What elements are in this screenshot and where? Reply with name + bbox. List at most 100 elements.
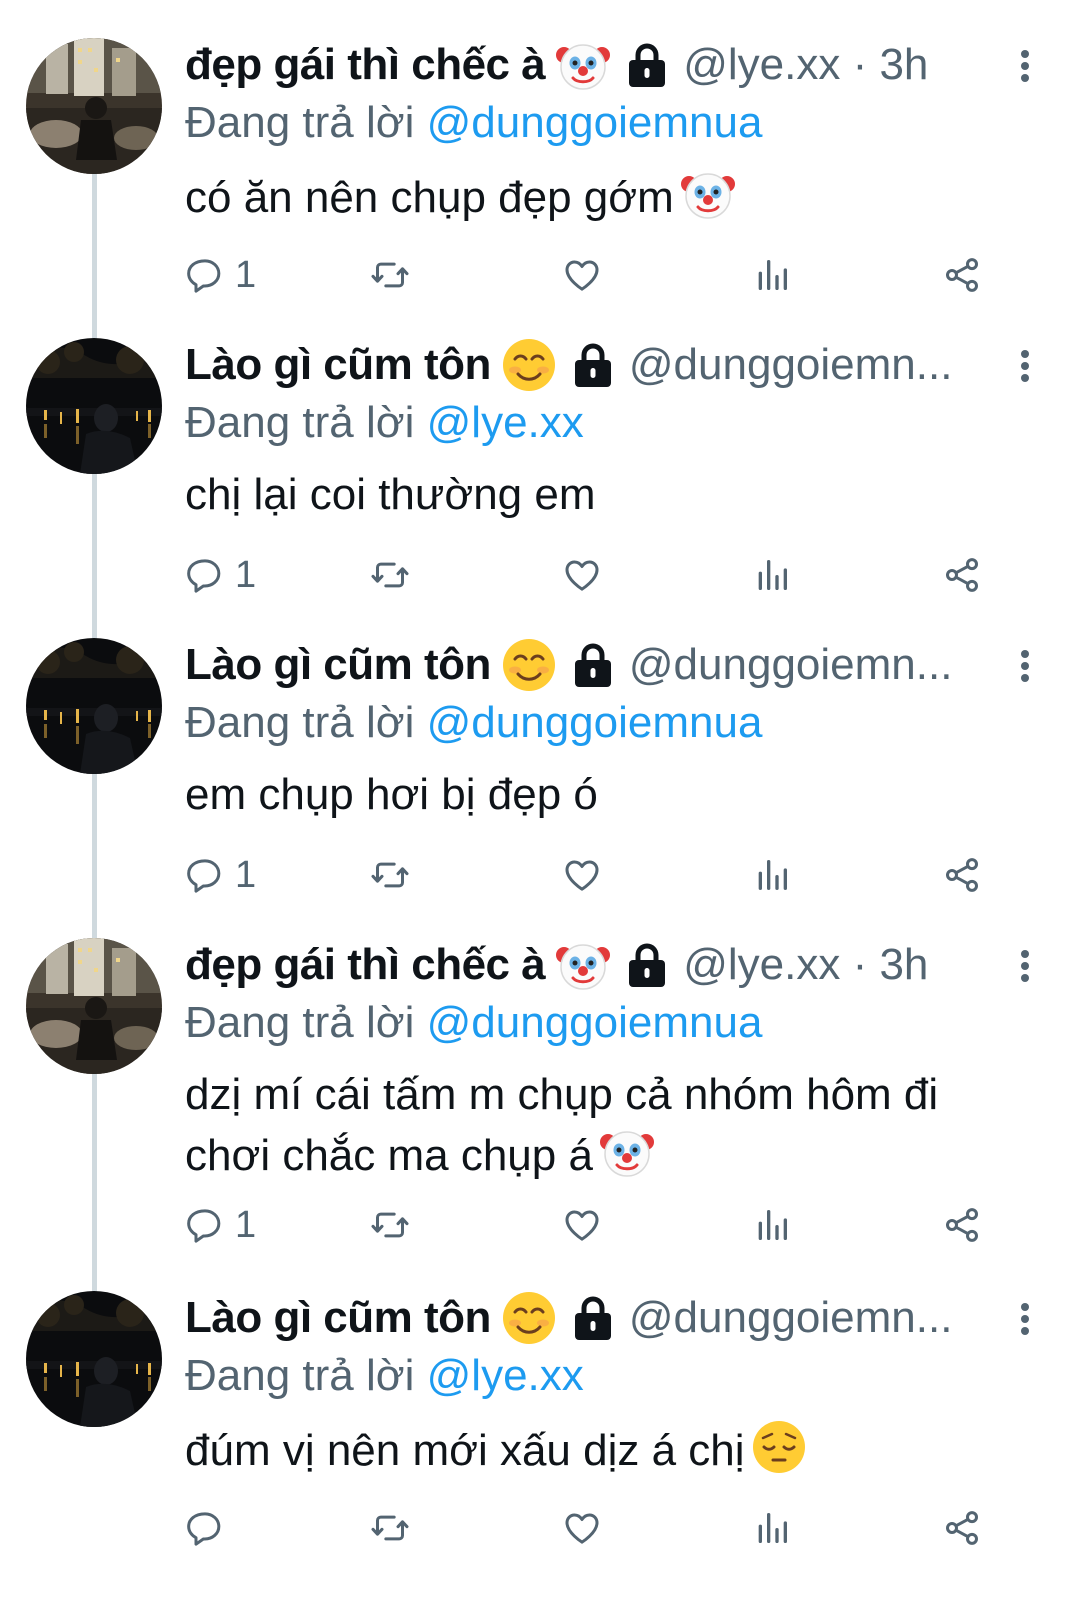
views-icon (752, 855, 792, 895)
views-button[interactable] (752, 850, 792, 900)
tweet-header: Lào gì cũm tôn @dunggoiemn... (185, 334, 995, 396)
views-button[interactable] (752, 1200, 792, 1250)
reply-button[interactable] (185, 1503, 235, 1553)
retweet-button[interactable] (370, 250, 410, 300)
reply-tweet[interactable]: Lào gì cũm tôn @dunggoiemn... Đang trả l… (0, 600, 1080, 910)
avatar[interactable] (26, 638, 162, 774)
avatar[interactable] (26, 938, 162, 1074)
views-icon (752, 255, 792, 295)
retweet-button[interactable] (370, 850, 410, 900)
tweet-text-line: có ăn nên chụp đẹp gớm (185, 173, 674, 222)
reply-count: 1 (235, 1203, 257, 1246)
share-icon (942, 855, 982, 895)
views-icon (752, 555, 792, 595)
lock-icon (571, 641, 615, 689)
replying-to: Đang trả lời @dunggoiemnua (185, 998, 762, 1056)
mention-link[interactable]: @dunggoiemnua (427, 98, 763, 147)
display-name[interactable]: đẹp gái thì chếc à (185, 940, 546, 990)
views-button[interactable] (752, 1503, 792, 1553)
smiling-emoji (501, 337, 557, 393)
more-vertical-icon[interactable] (1010, 1299, 1040, 1339)
reply-tweet[interactable]: đẹp gái thì chếc à @lye.xx · 3h Đang trả… (0, 0, 1080, 310)
tweet-header: Lào gì cũm tôn @dunggoiemn... (185, 1287, 995, 1349)
tweet-text-line: đúm vị nên mới xấu dịz á chị (185, 1426, 745, 1475)
more-vertical-icon[interactable] (1010, 946, 1040, 986)
like-button[interactable] (562, 1200, 602, 1250)
avatar[interactable] (26, 1291, 162, 1427)
share-button[interactable] (942, 850, 982, 900)
reply-button[interactable]: 1 (185, 250, 256, 300)
share-icon (942, 255, 982, 295)
clown-emoji (555, 937, 611, 993)
share-icon (942, 1508, 982, 1548)
display-name[interactable]: Lào gì cũm tôn (185, 640, 491, 690)
share-icon (942, 555, 982, 595)
tweet-text-line: chị lại coi thường em (185, 470, 596, 519)
replying-to: Đang trả lời @lye.xx (185, 398, 584, 456)
reply-button[interactable]: 1 (185, 850, 256, 900)
tweet-header: Lào gì cũm tôn @dunggoiemn... (185, 634, 995, 696)
action-bar (185, 1503, 1025, 1553)
heart-icon (562, 1205, 602, 1245)
more-vertical-icon[interactable] (1010, 646, 1040, 686)
more-vertical-icon[interactable] (1010, 346, 1040, 386)
reply-tweet[interactable]: Lào gì cũm tôn @dunggoiemn... Đang trả l… (0, 300, 1080, 610)
views-button[interactable] (752, 550, 792, 600)
user-handle[interactable]: @dunggoiemn... (629, 1293, 995, 1343)
mention-link[interactable]: @lye.xx (427, 1351, 584, 1400)
action-bar: 1 (185, 1200, 1025, 1250)
views-button[interactable] (752, 250, 792, 300)
replying-to: Đang trả lời @lye.xx (185, 1351, 584, 1409)
reply-icon (185, 855, 225, 895)
display-name[interactable]: đẹp gái thì chếc à (185, 40, 546, 90)
action-bar: 1 (185, 550, 1025, 600)
views-icon (752, 1205, 792, 1245)
retweet-button[interactable] (370, 550, 410, 600)
retweet-icon (370, 1508, 410, 1548)
smiling-emoji (501, 1290, 557, 1346)
reply-icon (185, 1205, 225, 1245)
retweet-icon (370, 555, 410, 595)
heart-icon (562, 1508, 602, 1548)
retweet-icon (370, 855, 410, 895)
share-button[interactable] (942, 250, 982, 300)
smiling-emoji (501, 637, 557, 693)
retweet-button[interactable] (370, 1200, 410, 1250)
user-handle[interactable]: @lye.xx · 3h (683, 40, 995, 90)
display-name[interactable]: Lào gì cũm tôn (185, 1293, 491, 1343)
action-bar: 1 (185, 850, 1025, 900)
like-button[interactable] (562, 1503, 602, 1553)
pensive-emoji (751, 1419, 807, 1475)
share-button[interactable] (942, 550, 982, 600)
mention-link[interactable]: @dunggoiemnua (427, 698, 763, 747)
share-button[interactable] (942, 1503, 982, 1553)
heart-icon (562, 255, 602, 295)
reply-thread: đẹp gái thì chếc à @lye.xx · 3h Đang trả… (0, 0, 1080, 1621)
reply-icon (185, 255, 225, 295)
user-handle[interactable]: @lye.xx · 3h (683, 940, 995, 990)
reply-tweet[interactable]: đẹp gái thì chếc à @lye.xx · 3h Đang trả… (0, 900, 1080, 1260)
reply-button[interactable]: 1 (185, 550, 256, 600)
mention-link[interactable]: @lye.xx (427, 398, 584, 447)
user-handle[interactable]: @dunggoiemn... (629, 640, 995, 690)
retweet-icon (370, 1205, 410, 1245)
reply-button[interactable]: 1 (185, 1200, 256, 1250)
replying-prefix: Đang trả lời (185, 1351, 415, 1400)
tweet-text-line: chơi chắc ma chụp á (185, 1131, 593, 1180)
lock-icon (625, 41, 669, 89)
avatar[interactable] (26, 38, 162, 174)
like-button[interactable] (562, 850, 602, 900)
share-button[interactable] (942, 1200, 982, 1250)
more-vertical-icon[interactable] (1010, 46, 1040, 86)
reply-tweet[interactable]: Lào gì cũm tôn @dunggoiemn... Đang trả l… (0, 1253, 1080, 1563)
like-button[interactable] (562, 250, 602, 300)
views-icon (752, 1508, 792, 1548)
user-handle[interactable]: @dunggoiemn... (629, 340, 995, 390)
replying-prefix: Đang trả lời (185, 398, 415, 447)
retweet-button[interactable] (370, 1503, 410, 1553)
mention-link[interactable]: @dunggoiemnua (427, 998, 763, 1047)
display-name[interactable]: Lào gì cũm tôn (185, 340, 491, 390)
avatar[interactable] (26, 338, 162, 474)
clown-emoji (599, 1124, 655, 1180)
like-button[interactable] (562, 550, 602, 600)
